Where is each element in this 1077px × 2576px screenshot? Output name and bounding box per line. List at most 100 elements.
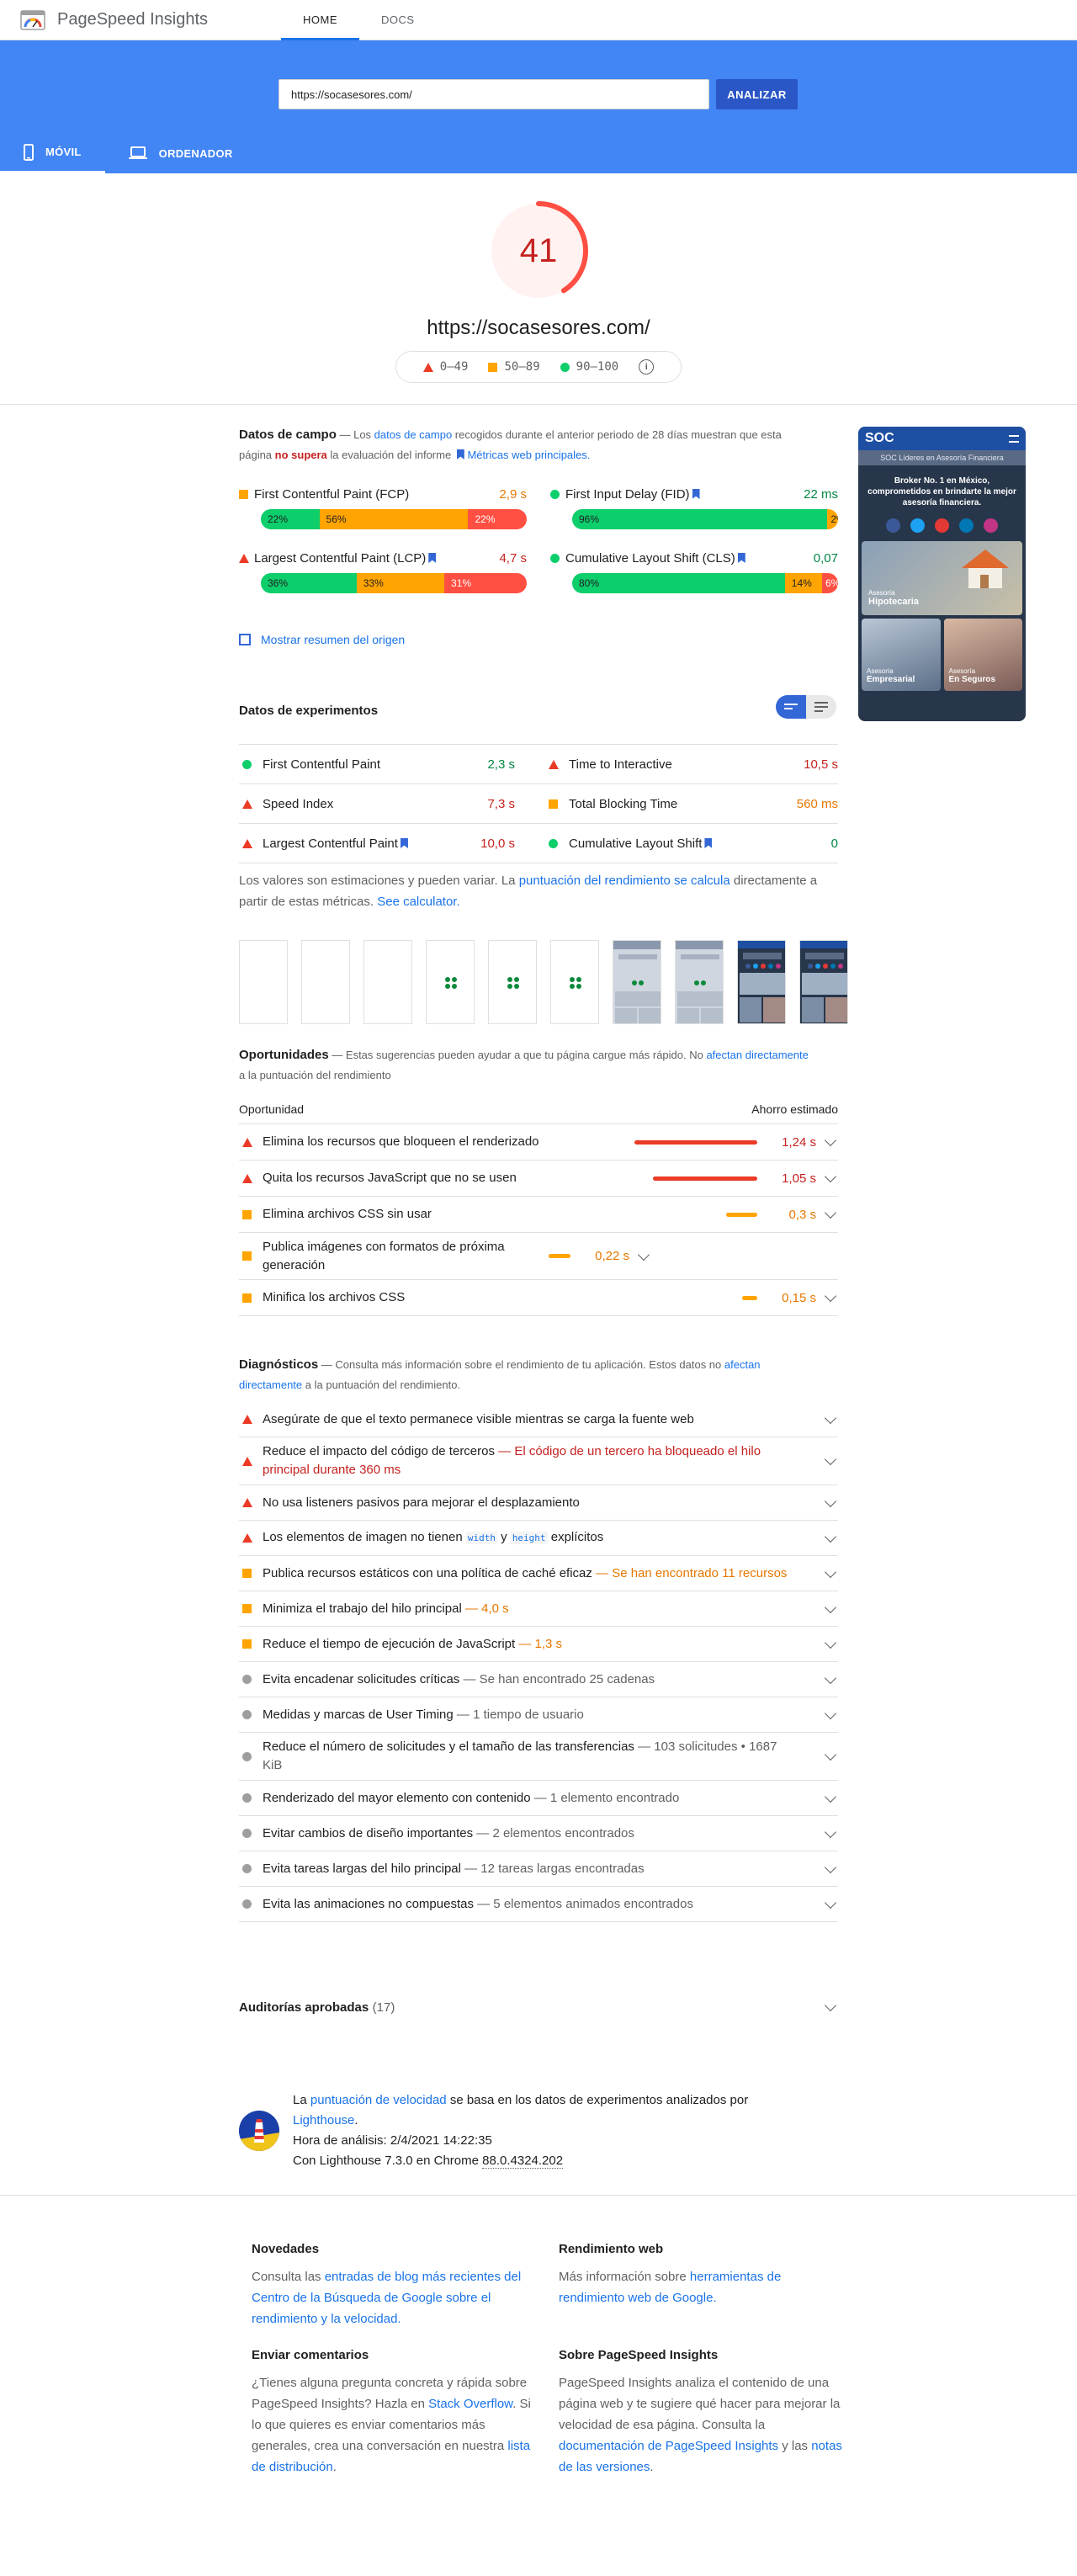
lighthouse-note-text: La puntuación de velocidad se basa en lo… <box>293 2093 749 2169</box>
origin-summary-label[interactable]: Mostrar resumen del origen <box>261 633 405 646</box>
diagnostic-item[interactable]: Evita tareas largas del hilo principal —… <box>239 1851 838 1887</box>
opp-affect-link[interactable]: afectan directamente <box>706 1049 808 1061</box>
bookmark-icon <box>428 553 437 563</box>
passed-audits-row[interactable]: Auditorías aprobadas (17) <box>239 1989 838 2025</box>
opportunity-item[interactable]: Elimina los recursos que bloqueen el ren… <box>239 1124 838 1161</box>
chevron-down-icon[interactable] <box>824 1453 837 1466</box>
legend-average: 50–89 <box>488 360 540 374</box>
diagnostic-item[interactable]: Reduce el tiempo de ejecución de JavaScr… <box>239 1627 838 1662</box>
filmstrip <box>239 940 848 1024</box>
circle-icon <box>242 1793 252 1803</box>
checkbox-icon[interactable] <box>239 634 251 645</box>
square-icon <box>242 1639 252 1649</box>
code-width: width <box>465 1532 497 1544</box>
diagnostic-item[interactable]: Evita las animaciones no compuestas — 5 … <box>239 1887 838 1922</box>
stack-overflow-link[interactable]: Stack Overflow <box>428 2397 512 2411</box>
app-title[interactable]: PageSpeed Insights <box>57 10 281 29</box>
diagnostic-item[interactable]: Medidas y marcas de User Timing — 1 tiem… <box>239 1697 838 1733</box>
diagnostic-status <box>242 1899 263 1909</box>
speed-score-link[interactable]: puntuación de velocidad <box>310 2093 447 2107</box>
chevron-down-icon[interactable] <box>824 1170 837 1183</box>
device-tabs: MÓVIL ORDENADOR <box>0 133 257 173</box>
opportunity-item[interactable]: Publica imágenes con formatos de próxima… <box>239 1233 838 1280</box>
chevron-down-icon[interactable] <box>824 1861 837 1873</box>
diagnostic-text: Asegúrate de que el texto permanece visi… <box>263 1410 816 1429</box>
diag-desc-text: — Consulta más información sobre el rend… <box>318 1358 724 1371</box>
opp-desc-text-2: a la puntuación del rendimiento <box>239 1069 391 1081</box>
chevron-down-icon[interactable] <box>824 1790 837 1803</box>
diagnostic-item[interactable]: Evitar cambios de diseño importantes — 2… <box>239 1816 838 1851</box>
opportunity-item[interactable]: Minifica los archivos CSS 0,15 s <box>239 1280 838 1316</box>
tested-url: https://socasesores.com/ <box>427 316 650 339</box>
origin-summary-toggle[interactable]: Mostrar resumen del origen <box>239 633 838 646</box>
chevron-down-icon[interactable] <box>824 1601 837 1613</box>
chevron-down-icon[interactable] <box>824 1896 837 1909</box>
lighthouse-link[interactable]: Lighthouse <box>293 2113 354 2127</box>
url-input[interactable]: https://socasesores.com/ <box>279 79 709 109</box>
chevron-down-icon[interactable] <box>824 1748 837 1761</box>
diagnostic-status <box>242 1415 263 1424</box>
diagnostic-item[interactable]: Renderizado del mayor elemento con conte… <box>239 1781 838 1816</box>
diagnostic-status <box>242 1751 263 1761</box>
core-web-vitals-link[interactable]: Métricas web principales. <box>467 449 590 461</box>
see-calculator-link[interactable]: See calculator. <box>377 895 459 909</box>
lab-metric-name: Speed Index <box>263 796 334 811</box>
opportunity-item[interactable]: Quita los recursos JavaScript que no se … <box>239 1161 838 1197</box>
chevron-down-icon[interactable] <box>824 1206 837 1219</box>
chevron-down-icon[interactable] <box>824 1134 837 1147</box>
diagnostic-name: Evita tareas largas del hilo principal <box>263 1861 461 1876</box>
filmstrip-frame <box>799 940 848 1024</box>
diagnostic-item[interactable]: Publica recursos estáticos con una polít… <box>239 1556 838 1591</box>
tab-mobile[interactable]: MÓVIL <box>0 133 105 173</box>
diagnostic-item[interactable]: Los elementos de imagen no tienen width … <box>239 1521 838 1556</box>
preview-tagline: SOC Líderes en Asesoría Financiera <box>858 450 1026 465</box>
diagnostic-name: Evita encadenar solicitudes críticas <box>263 1671 460 1686</box>
footer-about-text-2: y las <box>778 2439 812 2453</box>
preview-card-mortgage: Asesoría Hipotecaria <box>862 541 1022 615</box>
diagnostic-status <box>242 1533 263 1543</box>
metrics-view-toggle[interactable] <box>776 695 836 719</box>
chevron-down-icon[interactable] <box>637 1248 650 1261</box>
chevron-down-icon[interactable] <box>824 1530 837 1543</box>
diagnostic-item[interactable]: Reduce el impacto del código de terceros… <box>239 1437 838 1485</box>
opportunities-description: Oportunidades — Estas sugerencias pueden… <box>239 1045 811 1086</box>
score-calc-link[interactable]: puntuación del rendimiento se calcula <box>519 874 730 888</box>
field-data-link[interactable]: datos de campo <box>374 428 453 441</box>
chevron-down-icon[interactable] <box>824 1495 837 1507</box>
chevron-down-icon[interactable] <box>824 1411 837 1424</box>
opportunities-header: Oportunidad Ahorro estimado <box>239 1094 838 1124</box>
chevron-down-icon[interactable] <box>824 1707 837 1719</box>
filmstrip-frame <box>363 940 412 1024</box>
diagnostic-item[interactable]: Minimiza el trabajo del hilo principal —… <box>239 1591 838 1627</box>
pagespeed-logo-icon[interactable] <box>20 9 45 30</box>
diagnostic-item[interactable]: Asegúrate de que el texto permanece visi… <box>239 1402 838 1437</box>
info-icon[interactable]: i <box>639 359 655 374</box>
diagnostic-item[interactable]: No usa listeners pasivos para mejorar el… <box>239 1485 838 1521</box>
diagnostic-detail: — 12 tareas largas encontradas <box>460 1861 645 1876</box>
tab-docs[interactable]: DOCS <box>359 0 437 40</box>
analyze-button[interactable]: ANALIZAR <box>716 79 798 109</box>
metric-status <box>549 838 569 848</box>
tab-desktop[interactable]: ORDENADOR <box>105 133 257 173</box>
tab-home[interactable]: HOME <box>281 0 359 40</box>
chevron-down-icon[interactable] <box>824 1565 837 1578</box>
list-view-icon[interactable] <box>806 695 836 719</box>
chevron-down-icon[interactable] <box>824 1289 837 1303</box>
diagnostic-item[interactable]: Evita encadenar solicitudes críticas — S… <box>239 1662 838 1697</box>
diagnostic-item[interactable]: Reduce el número de solicitudes y el tam… <box>239 1733 838 1781</box>
opportunity-col-header: Oportunidad <box>239 1102 305 1116</box>
footer-about: Sobre PageSpeed Insights PageSpeed Insig… <box>559 2348 845 2478</box>
chevron-down-icon[interactable] <box>824 1636 837 1649</box>
chevron-down-icon[interactable] <box>824 1671 837 1684</box>
lab-metric-value: 7,3 s <box>487 796 515 811</box>
tab-desktop-label: ORDENADOR <box>158 146 233 160</box>
diagnostic-text: Renderizado del mayor elemento con conte… <box>263 1789 816 1808</box>
twitter-icon <box>910 518 925 533</box>
note-text: La <box>293 2093 310 2107</box>
opportunity-item[interactable]: Elimina archivos CSS sin usar 0,3 s <box>239 1197 838 1233</box>
chevron-down-icon[interactable] <box>824 1825 837 1838</box>
psi-docs-link[interactable]: documentación de PageSpeed Insights <box>559 2439 778 2453</box>
chevron-down-icon[interactable] <box>824 1999 837 2012</box>
summary-view-icon[interactable] <box>776 695 806 719</box>
field-fail-text: no supera <box>274 449 327 461</box>
